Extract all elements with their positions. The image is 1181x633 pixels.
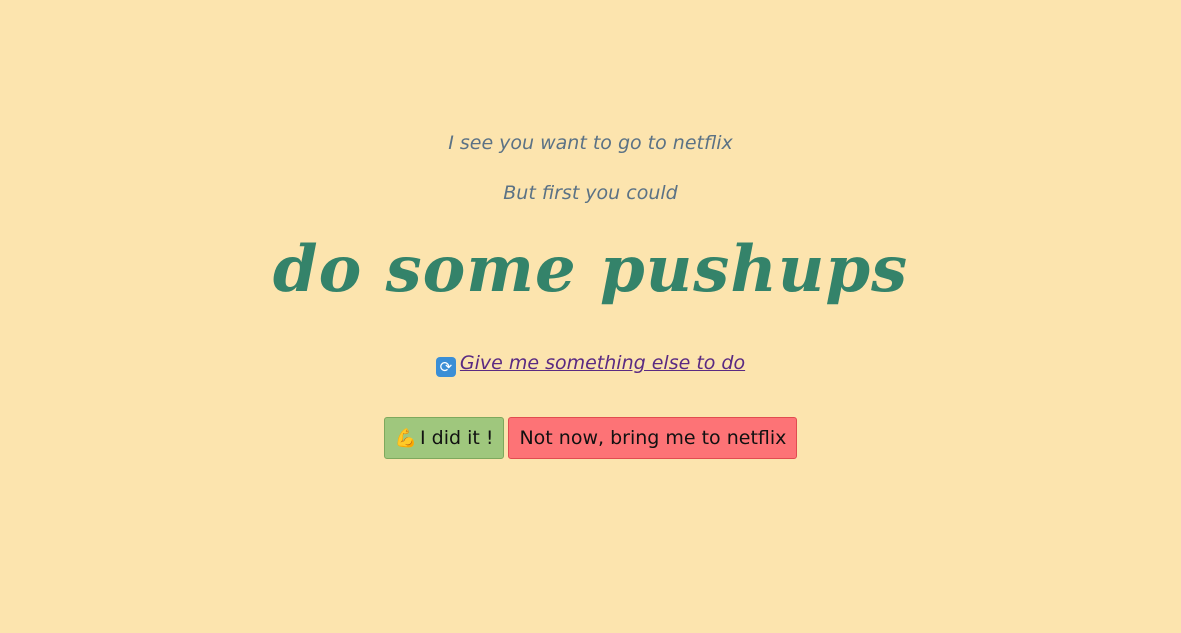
refresh-icon[interactable]: ⟳ [435,357,456,377]
other-activity-row: ⟳ Give me something else to do [0,351,1181,377]
intro-text: I see you want to go to netflix [448,132,733,154]
skip-to-netflix-button[interactable]: Not now, bring me to netflix [508,417,798,459]
action-buttons: 💪 I did it ! Not now, bring me to netflix [0,417,1181,459]
did-it-label: I did it ! [420,427,494,449]
activity-title: do some pushups [272,232,909,307]
skip-label: Not now, bring me to netflix [519,427,787,449]
something-else-link[interactable]: Give me something else to do [460,352,745,374]
did-it-button[interactable]: 💪 I did it ! [383,417,505,459]
intro-subtext: But first you could [503,182,678,204]
flexed-biceps-icon: 💪 [394,428,417,449]
